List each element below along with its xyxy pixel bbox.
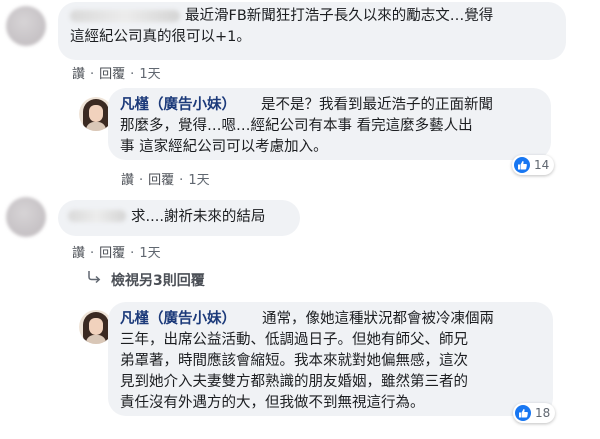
reaction-count[interactable]: 18 <box>513 403 556 423</box>
author-name[interactable]: 凡槿（廣告小妹） <box>120 309 236 330</box>
reply-arrow-icon <box>88 271 101 284</box>
timestamp[interactable]: 1天 <box>139 67 160 82</box>
reply-text-line: 事 這家經紀公司可以考慮加入。 <box>120 139 328 155</box>
avatar[interactable] <box>6 197 46 237</box>
reply-link[interactable]: 回覆 <box>99 67 125 82</box>
like-icon <box>514 157 530 173</box>
separator: · <box>130 67 135 82</box>
comment-text-line: 這經紀公司真的很可以+1。 <box>70 29 251 45</box>
reply-text-line: 弟罩著，時間應該會縮短。我本來就對她偏無感，這次 <box>120 353 468 369</box>
avatar-face <box>89 318 103 335</box>
reply-text-line: 見到她介入夫妻雙方都熟識的朋友婚姻，雖然第三者的 <box>120 374 468 390</box>
reaction-count-label: 18 <box>535 406 551 420</box>
avatar-shirt <box>86 335 106 344</box>
timestamp[interactable]: 1天 <box>188 173 209 188</box>
avatar[interactable] <box>6 6 46 46</box>
reply-link[interactable]: 回覆 <box>148 173 174 188</box>
author-name-redacted[interactable] <box>70 10 180 22</box>
comment-text-line: 求....謝祈未來的結局 <box>131 209 266 225</box>
avatar-shirt <box>86 122 106 131</box>
view-more-replies-link[interactable]: 檢視另3則回覆 <box>111 270 205 290</box>
like-icon <box>515 405 531 421</box>
author-name[interactable]: 凡槿（廣告小妹） <box>120 95 236 116</box>
comment-actions: 讚 · 回覆 · 1天 <box>72 242 161 261</box>
reply-actions: 讚 · 回覆 · 1天 <box>121 169 210 188</box>
reply-text-line: 是不是？我看到最近浩子的正面新聞 <box>261 97 493 113</box>
like-link[interactable]: 讚 <box>72 67 85 82</box>
reply-text-line: 三年，出席公益活動、低調過日子。但她有師父、師兄 <box>120 332 468 348</box>
reaction-count-label: 14 <box>534 158 550 172</box>
reply-link[interactable]: 回覆 <box>99 246 125 261</box>
separator: · <box>139 173 144 188</box>
author-name-redacted[interactable] <box>68 210 126 222</box>
reaction-count[interactable]: 14 <box>512 155 555 175</box>
like-link[interactable]: 讚 <box>121 173 134 188</box>
like-link[interactable]: 讚 <box>72 246 85 261</box>
reply-text-line: 責任沒有外遇方的大，但我做不到無視這行為。 <box>120 395 425 411</box>
timestamp[interactable]: 1天 <box>139 246 160 261</box>
reply-text-line: 那麼多，覺得…嗯…經紀公司有本事 看完這麼多藝人出 <box>120 118 473 134</box>
separator: · <box>90 246 95 261</box>
reply-text-line: 通常，像她這種狀況都會被冷凍個兩 <box>262 311 494 327</box>
separator: · <box>90 67 95 82</box>
separator: · <box>130 246 135 261</box>
separator: · <box>179 173 184 188</box>
avatar-face <box>89 105 103 122</box>
comment-actions: 讚 · 回覆 · 1天 <box>72 63 161 82</box>
comment-text-line: 最近滑FB新聞狂打浩子長久以來的勵志文…覺得 <box>185 8 494 24</box>
